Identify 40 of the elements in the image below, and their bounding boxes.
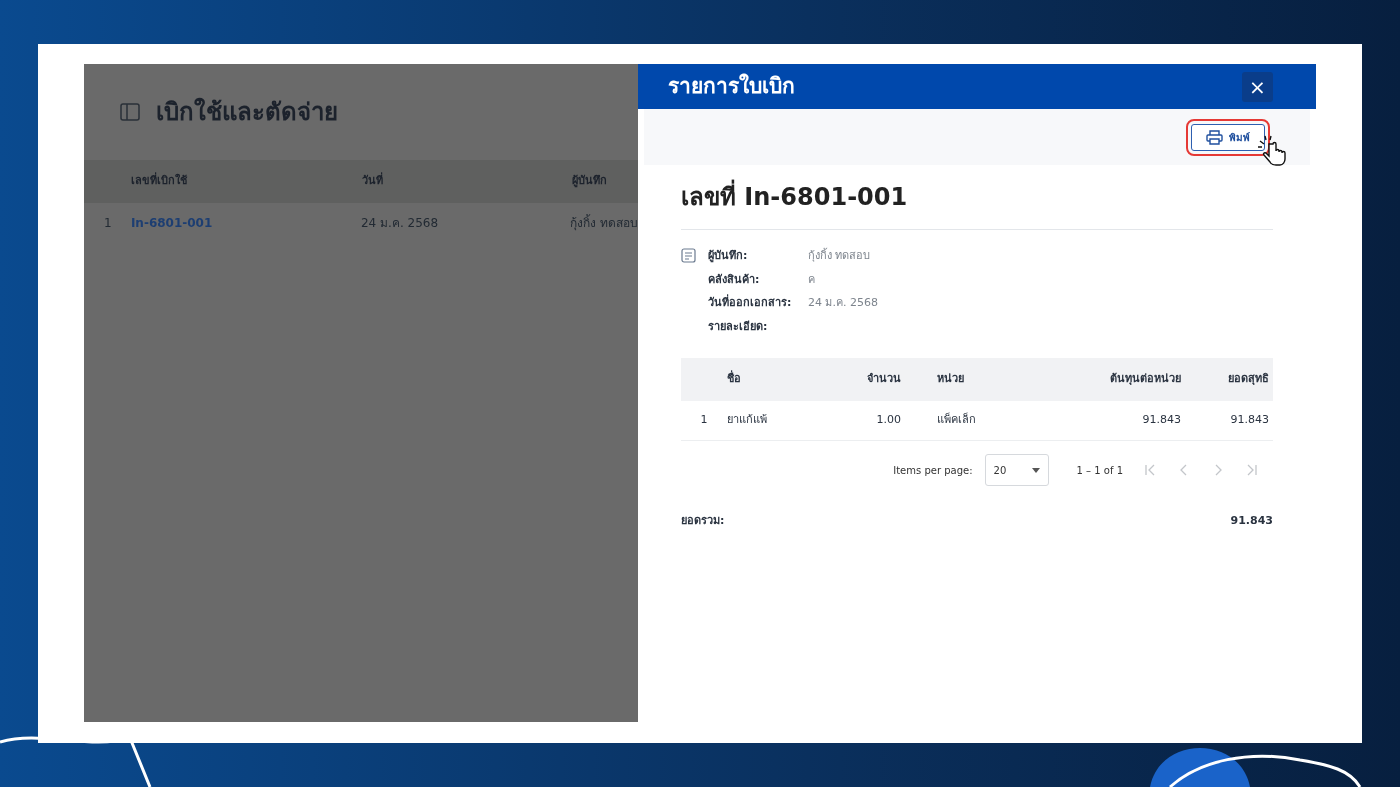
page-size-select[interactable]: 20 xyxy=(984,454,1049,486)
print-button[interactable]: พิมพ์ xyxy=(1191,123,1265,151)
caret-icon xyxy=(1031,467,1040,473)
table-cell-text: 91.843 xyxy=(1141,412,1181,429)
table-cell-text: 91.843 xyxy=(1229,412,1270,429)
page-range: 1 – 1 of 1 xyxy=(1076,463,1123,478)
column-header: หน่วย xyxy=(936,371,965,388)
table-cell: กุ้งกิ้ง ทดสอบ xyxy=(570,214,638,232)
column-header: จำนวน xyxy=(866,371,901,388)
total-value: 91.843 xyxy=(1230,513,1273,529)
field-label: ผู้บันทึก: xyxy=(708,248,749,265)
row-number: 1 xyxy=(699,412,709,429)
page-title: เบิกใช้และตัดจ่าย xyxy=(156,96,338,128)
drawer-title: รายการใบเบิก xyxy=(668,72,795,100)
column-header: ผู้บันทึก xyxy=(572,173,608,190)
table-cell-text: 1.00 xyxy=(875,412,901,429)
field-value: ค xyxy=(808,271,815,288)
close-button[interactable]: × xyxy=(1242,71,1273,102)
field-label: คลังสินค้า: xyxy=(708,271,761,288)
column-header: ยอดสุทธิ xyxy=(1227,371,1270,388)
table-cell-text: 24 ม.ค. 2568 xyxy=(361,215,440,232)
field-value: กุ้งกิ้ง ทดสอบ xyxy=(808,248,871,264)
first-page-icon[interactable] xyxy=(1143,463,1157,477)
total-label: ยอดรวม: xyxy=(681,513,725,529)
column-header: วันที่ xyxy=(362,173,384,190)
last-page-icon[interactable] xyxy=(1245,463,1259,477)
column-header: เลขที่เบิกใช้ xyxy=(131,173,188,190)
column-header: ชื่อ xyxy=(727,371,742,388)
printer-icon xyxy=(1206,129,1223,145)
column-header: ต้นทุนต่อหน่วย xyxy=(1109,371,1181,388)
sidebar-toggle-icon[interactable] xyxy=(120,103,140,121)
field-label: วันที่ออกเอกสาร: xyxy=(708,295,793,311)
field-label: รายละเอียด: xyxy=(708,318,769,335)
row-number: 1 xyxy=(103,215,113,232)
table-cell-text: แพ็คเล็ก xyxy=(936,412,977,429)
document-icon xyxy=(681,248,696,263)
field-value: 24 ม.ค. 2568 xyxy=(808,295,878,311)
table-cell-text: ยาแก้แพ้ xyxy=(727,412,768,429)
document-number: เลขที่ In-6801-001 xyxy=(681,179,1273,230)
page-size-label: Items per page: xyxy=(893,463,973,478)
